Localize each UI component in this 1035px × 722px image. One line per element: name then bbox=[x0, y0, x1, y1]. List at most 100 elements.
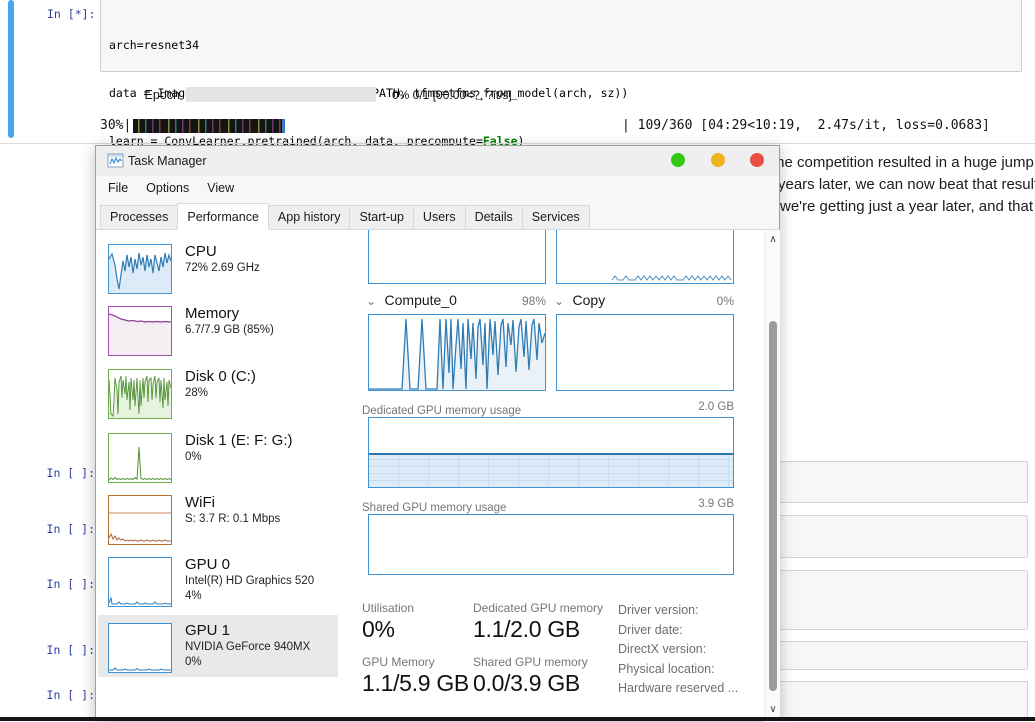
sidebar-item-disk0[interactable]: Disk 0 (C:) 28% bbox=[102, 367, 342, 425]
disk0-mini-chart bbox=[108, 369, 172, 419]
cell-prompt-busy: In [*]: bbox=[47, 7, 95, 21]
sidebar-item-detail: Intel(R) HD Graphics 520 bbox=[185, 574, 314, 589]
window-title: Task Manager bbox=[128, 154, 207, 168]
shared-gpu-memory-label: Shared GPU memory bbox=[473, 655, 588, 669]
sidebar-item-detail: 0% bbox=[185, 450, 293, 465]
active-cell-indicator bbox=[8, 0, 14, 138]
tab-bar: Processes Performance App history Start-… bbox=[96, 200, 779, 230]
sidebar-item-detail: 28% bbox=[185, 386, 256, 401]
cell-divider bbox=[0, 143, 1035, 144]
sidebar-item-wifi[interactable]: WiFi S: 3.7 R: 0.1 Mbps bbox=[102, 493, 342, 551]
driver-info-block: Driver version: Driver date: DirectX ver… bbox=[618, 601, 768, 699]
gpu1-mini-chart bbox=[108, 623, 172, 673]
compute0-chart bbox=[368, 314, 546, 391]
empty-code-cell[interactable] bbox=[772, 641, 1028, 670]
cpu-mini-chart bbox=[108, 244, 172, 294]
tqdm-stats: | 109/360 [04:29<10:19, 2.47s/it, loss=0… bbox=[622, 118, 990, 133]
sidebar-item-detail: 72% 2.69 GHz bbox=[185, 261, 260, 276]
engine-utilization: 98% bbox=[522, 294, 546, 308]
cell-prompt-empty: In [ ]: bbox=[40, 577, 95, 591]
scrollbar-thumb[interactable] bbox=[769, 321, 777, 691]
sidebar-item-title: CPU bbox=[185, 242, 260, 261]
tab-startup[interactable]: Start-up bbox=[349, 205, 413, 229]
code-cell-input[interactable]: arch=resnet34 data = ImageClassifierData… bbox=[100, 0, 1022, 72]
chevron-down-icon[interactable]: ⌄ bbox=[554, 294, 564, 308]
compute0-header[interactable]: ⌄ Compute_0 98% bbox=[366, 292, 546, 310]
copy-header[interactable]: ⌄ Copy 0% bbox=[554, 292, 734, 310]
tab-processes[interactable]: Processes bbox=[100, 205, 178, 229]
sidebar-item-detail: 4% bbox=[185, 589, 314, 604]
driver-date-label: Driver date: bbox=[618, 621, 768, 641]
menu-file[interactable]: File bbox=[99, 178, 137, 198]
sidebar-item-memory[interactable]: Memory 6.7/7.9 GB (85%) bbox=[102, 304, 342, 362]
tab-app-history[interactable]: App history bbox=[268, 205, 351, 229]
cell-prompt-empty: In [ ]: bbox=[40, 522, 95, 536]
tab-services[interactable]: Services bbox=[522, 205, 590, 229]
sidebar-item-title: GPU 0 bbox=[185, 555, 314, 574]
engine-name: Copy bbox=[573, 292, 606, 308]
gpu-memory-label: GPU Memory bbox=[362, 655, 435, 669]
empty-code-cell[interactable] bbox=[772, 681, 1028, 718]
cell-prompt-empty: In [ ]: bbox=[40, 643, 95, 657]
wifi-mini-chart bbox=[108, 495, 172, 545]
chevron-down-icon[interactable]: ⌄ bbox=[366, 294, 376, 308]
traffic-light-green-button[interactable] bbox=[671, 153, 685, 167]
traffic-light-yellow-button[interactable] bbox=[711, 153, 725, 167]
tab-users[interactable]: Users bbox=[413, 205, 466, 229]
cell-prompt-empty: In [ ]: bbox=[40, 688, 95, 702]
dedicated-memory-label: Dedicated GPU memory usage bbox=[362, 405, 521, 417]
engine-utilization: 0% bbox=[717, 294, 734, 308]
title-bar[interactable]: Task Manager bbox=[96, 146, 779, 176]
tab-details[interactable]: Details bbox=[465, 205, 523, 229]
gpu-engine-chart-partial-right bbox=[556, 230, 734, 284]
scroll-down-icon[interactable]: ∨ bbox=[765, 702, 781, 718]
shared-memory-chart bbox=[368, 514, 734, 575]
memory-mini-chart bbox=[108, 306, 172, 356]
shared-memory-label: Shared GPU memory usage bbox=[362, 502, 506, 514]
sidebar-item-cpu[interactable]: CPU 72% 2.69 GHz bbox=[102, 242, 342, 300]
utilisation-label: Utilisation bbox=[362, 601, 414, 615]
sidebar-item-disk1[interactable]: Disk 1 (E: F: G:) 0% bbox=[102, 431, 342, 489]
menu-bar: File Options View bbox=[96, 176, 779, 200]
gpu0-mini-chart bbox=[108, 557, 172, 607]
article-text-line: years later, we can now beat that result bbox=[778, 176, 1035, 193]
tqdm-progress-bar bbox=[133, 119, 285, 133]
dedicated-gpu-memory-label: Dedicated GPU memory bbox=[473, 601, 603, 615]
gpu-engine-chart-partial-left bbox=[368, 230, 546, 284]
epoch-progress-bar bbox=[186, 87, 376, 102]
scroll-up-icon[interactable]: ∧ bbox=[765, 232, 781, 248]
screen-bottom-edge bbox=[0, 717, 1035, 721]
empty-code-cell[interactable] bbox=[772, 461, 1028, 503]
empty-code-cell[interactable] bbox=[772, 570, 1028, 630]
sidebar-item-title: GPU 1 bbox=[185, 621, 310, 640]
article-text-line: we're getting just a year later, and tha… bbox=[780, 198, 1033, 215]
tab-performance[interactable]: Performance bbox=[177, 203, 269, 230]
cell-prompt-empty: In [ ]: bbox=[40, 466, 95, 480]
menu-view[interactable]: View bbox=[198, 178, 243, 198]
hardware-reserved-label: Hardware reserved ... bbox=[618, 679, 768, 699]
dedicated-memory-max: 2.0 GB bbox=[698, 401, 734, 413]
sidebar-item-title: WiFi bbox=[185, 493, 280, 512]
sidebar-item-title: Memory bbox=[185, 304, 274, 323]
article-text-line: the competition resulted in a huge jump … bbox=[772, 154, 1035, 171]
code-line: arch=resnet34 bbox=[109, 37, 628, 53]
shared-memory-max: 3.9 GB bbox=[698, 498, 734, 510]
vertical-scrollbar[interactable]: ∧ ∨ bbox=[764, 230, 780, 722]
sidebar-item-gpu0[interactable]: GPU 0 Intel(R) HD Graphics 520 4% bbox=[102, 555, 342, 613]
disk1-mini-chart bbox=[108, 433, 172, 483]
epoch-progress-label: Epoch bbox=[120, 88, 180, 102]
traffic-light-red-button[interactable] bbox=[750, 153, 764, 167]
menu-options[interactable]: Options bbox=[137, 178, 198, 198]
sidebar-item-detail: 6.7/7.9 GB (85%) bbox=[185, 323, 274, 338]
task-manager-window: Task Manager File Options View Processes… bbox=[95, 145, 780, 721]
tqdm-percent: 30%| bbox=[100, 118, 131, 133]
empty-code-cell[interactable] bbox=[772, 515, 1028, 558]
copy-chart bbox=[556, 314, 734, 391]
directx-version-label: DirectX version: bbox=[618, 640, 768, 660]
sidebar-item-gpu1[interactable]: GPU 1 NVIDIA GeForce 940MX 0% bbox=[102, 621, 342, 679]
gpu-memory-value: 1.1/5.9 GB bbox=[362, 670, 469, 697]
dedicated-gpu-memory-value: 1.1/2.0 GB bbox=[473, 616, 580, 643]
sidebar-item-detail: S: 3.7 R: 0.1 Mbps bbox=[185, 512, 280, 527]
sidebar-item-title: Disk 1 (E: F: G:) bbox=[185, 431, 293, 450]
dedicated-memory-fill bbox=[369, 453, 733, 488]
